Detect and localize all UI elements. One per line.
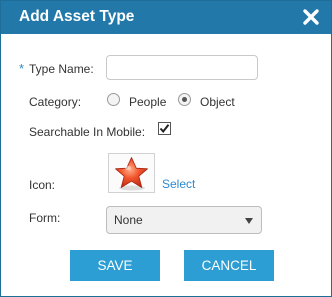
category-object-label: Object xyxy=(200,95,235,109)
close-icon[interactable] xyxy=(299,5,323,29)
red-star-icon xyxy=(115,157,148,191)
cancel-button[interactable]: CANCEL xyxy=(184,250,274,281)
save-button[interactable]: SAVE xyxy=(70,250,160,281)
form-select-value: None xyxy=(114,213,143,227)
form-label: Form: xyxy=(29,211,61,225)
category-object-radio[interactable] xyxy=(178,93,191,106)
chevron-down-icon xyxy=(245,218,253,224)
close-x-icon xyxy=(303,9,319,25)
type-name-label: Type Name: xyxy=(29,62,94,76)
icon-preview xyxy=(108,153,155,193)
dialog-title: Add Asset Type xyxy=(19,8,135,25)
form-select[interactable]: None xyxy=(106,206,262,234)
category-people-label: People xyxy=(129,95,167,109)
searchable-in-mobile-label: Searchable In Mobile: xyxy=(29,125,146,139)
dialog-titlebar: Add Asset Type xyxy=(1,1,331,34)
type-name-input[interactable] xyxy=(106,55,258,80)
checkmark-icon xyxy=(159,124,170,134)
required-marker: * xyxy=(19,61,25,76)
select-icon-link[interactable]: Select xyxy=(162,177,195,191)
category-people-radio[interactable] xyxy=(107,93,120,106)
icon-label: Icon: xyxy=(29,178,56,192)
searchable-in-mobile-checkbox[interactable] xyxy=(158,122,171,135)
add-asset-type-dialog: Add Asset Type * Type Name: Category: Pe… xyxy=(0,0,332,297)
category-label: Category: xyxy=(29,95,82,109)
